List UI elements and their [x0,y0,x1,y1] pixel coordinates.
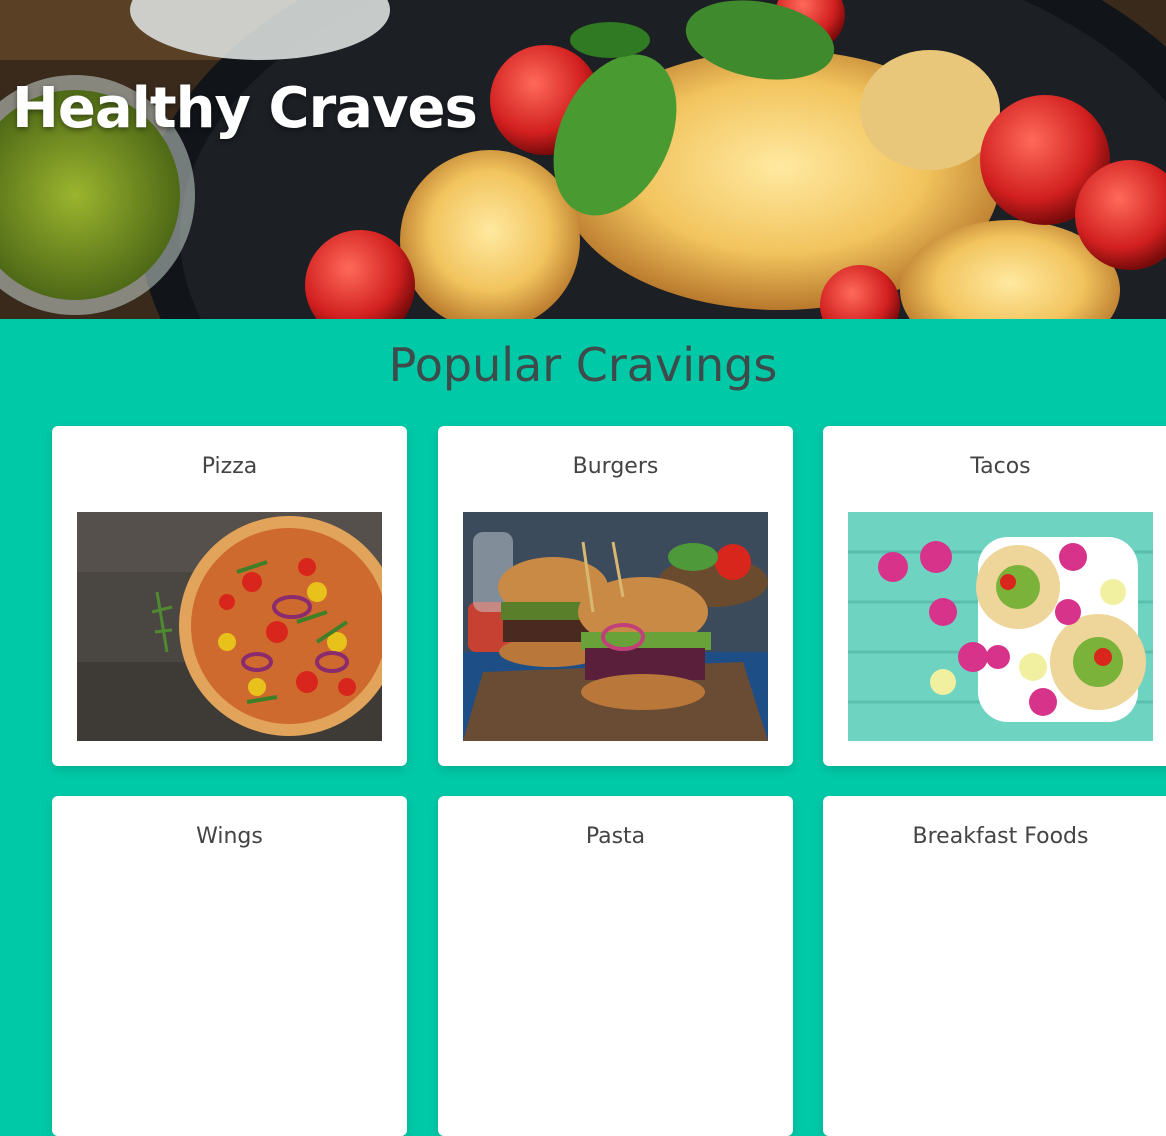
craving-card-breakfast-foods[interactable]: Breakfast Foods [823,796,1166,1136]
card-label: Tacos [970,454,1031,479]
card-label: Wings [196,824,263,849]
tacos-image[interactable] [848,512,1153,741]
craving-card-burgers[interactable]: Burgers [438,426,793,766]
craving-card-pizza[interactable]: Pizza [52,426,407,766]
card-label: Pasta [585,824,646,849]
pizza-image[interactable] [77,512,382,741]
craving-card-pasta[interactable]: Pasta [438,796,793,1136]
burgers-image[interactable] [463,512,768,741]
card-label: Pizza [201,454,258,479]
card-label: Burgers [572,454,659,479]
craving-card-tacos[interactable]: Tacos [823,426,1166,766]
craving-card-wings[interactable]: Wings [52,796,407,1136]
section-title: Popular Cravings [388,338,778,392]
card-label: Breakfast Foods [912,824,1089,849]
